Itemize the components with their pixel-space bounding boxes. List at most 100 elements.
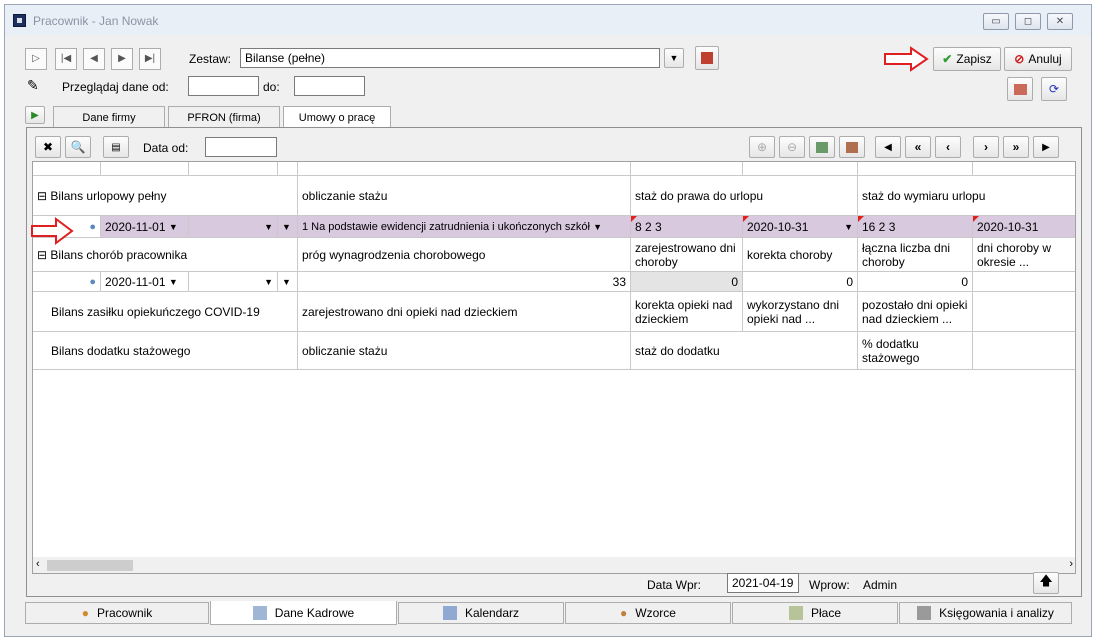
window-title: Pracownik - Jan Nowak xyxy=(33,14,159,28)
row-label: Bilans zasiłku opiekuńczego COVID-19 xyxy=(33,292,298,331)
do-label: do: xyxy=(263,80,280,94)
data-od-label: Data od: xyxy=(143,141,189,155)
arrow-pointer-icon xyxy=(31,217,74,245)
cell[interactable]: 0 xyxy=(743,272,858,291)
scroll-thumb[interactable] xyxy=(47,560,133,571)
zestaw-dropdown-icon[interactable]: ▼ xyxy=(664,48,684,68)
nav-next-button[interactable]: ▶ xyxy=(111,48,133,70)
cell: 2020-10-31 xyxy=(977,219,1039,234)
remove-icon[interactable]: ⊖ xyxy=(779,136,805,158)
calculator-icon xyxy=(788,606,803,620)
date-to-input[interactable] xyxy=(294,76,365,96)
data-od-input[interactable] xyxy=(205,137,277,157)
cell: staż do wymiaru urlopu xyxy=(858,176,1075,215)
chevron-down-icon[interactable]: ▼ xyxy=(282,222,291,232)
grid-header-row xyxy=(33,162,1075,176)
row-label: Bilans dodatku stażowego xyxy=(33,332,298,369)
cell: wykorzystano dni opieki nad ... xyxy=(743,292,858,331)
maximize-button[interactable]: ◻ xyxy=(1015,13,1041,30)
chevron-down-icon[interactable]: ▼ xyxy=(844,222,853,232)
zestaw-select[interactable]: Bilanse (pełne) xyxy=(240,48,660,68)
data-grid: ⊟ Bilans urlopowy pełny obliczanie stażu… xyxy=(32,161,1076,574)
tab-pfron[interactable]: PFRON (firma) xyxy=(168,106,280,128)
tools-icon[interactable]: ✖ xyxy=(35,136,61,158)
cell[interactable]: 33 xyxy=(298,272,631,291)
sync-icon[interactable]: ⟳ xyxy=(1041,77,1067,101)
tab-kalendarz[interactable]: Kalendarz xyxy=(398,602,564,624)
collapse-icon[interactable]: ⊟ xyxy=(37,189,47,203)
table-row[interactable]: Bilans dodatku stażowego obliczanie staż… xyxy=(33,332,1075,370)
prev-page-fast-icon[interactable]: « xyxy=(905,136,931,158)
calendar-icon xyxy=(442,606,457,620)
cell: 1 Na podstawie ewidencji zatrudnienia i … xyxy=(302,220,590,233)
close-button[interactable]: ✕ xyxy=(1047,13,1073,30)
chevron-down-icon[interactable]: ▼ xyxy=(264,222,273,232)
chevron-down-icon[interactable]: ▼ xyxy=(593,222,602,232)
cell: 2020-10-31 xyxy=(747,219,809,234)
import-icon[interactable] xyxy=(839,136,865,158)
grid-panel: ✖ 🔍 ▤ Data od: ⊕ ⊖ ◀ « ‹ › » ▶ ⊟ Bilans … xyxy=(26,127,1082,597)
zestaw-config-icon[interactable] xyxy=(695,46,719,70)
data-wpr-label: Data Wpr: xyxy=(647,578,702,592)
tab-wzorce[interactable]: ● Wzorce xyxy=(565,602,731,624)
cell: korekta opieki nad dzieckiem xyxy=(631,292,743,331)
minimize-button[interactable]: ▭ xyxy=(983,13,1009,30)
cell[interactable] xyxy=(973,272,1075,291)
arrow-pointer-icon xyxy=(884,46,929,72)
next-page-icon[interactable]: › xyxy=(973,136,999,158)
chevron-down-icon[interactable]: ▼ xyxy=(264,277,273,287)
tab-ksiegowania[interactable]: Księgowania i analizy xyxy=(899,602,1072,624)
tab-place[interactable]: Płace xyxy=(732,602,898,624)
chevron-down-icon[interactable]: ▼ xyxy=(169,222,178,232)
marker-icon xyxy=(973,216,979,222)
refresh-icon[interactable] xyxy=(1007,77,1033,101)
cancel-button[interactable]: ⊘ Anuluj xyxy=(1004,47,1072,71)
chevron-down-icon[interactable]: ▼ xyxy=(282,277,291,287)
data-wpr-value: 2021-04-19 xyxy=(727,573,799,593)
cell: obliczanie stażu xyxy=(298,176,631,215)
nav-last-button[interactable]: ▶| xyxy=(139,48,161,70)
collapse-icon[interactable]: ⊟ xyxy=(37,248,47,262)
wprow-value: Admin xyxy=(863,578,898,592)
scroll-top-icon[interactable]: 🡅 xyxy=(1033,572,1059,594)
table-row-selected[interactable]: ● 2020-11-01 ▼ ▼ ▼ 1 Na podstawie ewiden… xyxy=(33,216,1075,238)
cancel-icon: ⊘ xyxy=(1014,52,1025,66)
tab-dane-kadrowe[interactable]: Dane Kadrowe xyxy=(210,601,397,625)
search-icon[interactable]: 🔍 xyxy=(65,136,91,158)
horizontal-scrollbar[interactable]: ‹ › xyxy=(33,557,1075,573)
tab-pracownik[interactable]: ● Pracownik xyxy=(25,602,209,624)
prev-page-icon[interactable]: ‹ xyxy=(935,136,961,158)
scroll-right-icon[interactable]: › xyxy=(1069,558,1073,570)
cell[interactable]: 0 xyxy=(858,272,973,291)
calculator-icon[interactable]: ▤ xyxy=(103,136,129,158)
cell[interactable]: 0 xyxy=(631,272,743,291)
add-icon[interactable]: ⊕ xyxy=(749,136,775,158)
personnel-icon xyxy=(252,605,267,620)
date-cell: 2020-11-01 xyxy=(105,274,166,289)
last-page-icon[interactable]: ▶ xyxy=(1033,136,1059,158)
edit-pencil-icon[interactable]: ✎ xyxy=(27,77,39,94)
next-page-fast-icon[interactable]: » xyxy=(1003,136,1029,158)
row-label: Bilans chorób pracownika xyxy=(50,247,188,262)
table-row[interactable]: ● 2020-11-01 ▼ ▼ ▼ 33 0 0 0 xyxy=(33,272,1075,292)
save-button[interactable]: ✔ Zapisz xyxy=(933,47,1001,71)
table-row[interactable]: ⊟ Bilans urlopowy pełny obliczanie stażu… xyxy=(33,176,1075,216)
export-icon[interactable] xyxy=(809,136,835,158)
nav-first-icon[interactable]: ▷ xyxy=(25,48,47,70)
first-page-icon[interactable]: ◀ xyxy=(875,136,901,158)
chevron-down-icon[interactable]: ▼ xyxy=(169,277,178,287)
date-from-input[interactable] xyxy=(188,76,259,96)
expand-tabs-icon[interactable]: ▶ xyxy=(25,106,45,124)
table-row[interactable]: Bilans zasiłku opiekuńczego COVID-19 zar… xyxy=(33,292,1075,332)
user-icon: ● xyxy=(89,275,96,288)
save-label: Zapisz xyxy=(956,52,992,66)
table-row[interactable]: ⊟ Bilans chorób pracownika próg wynagrod… xyxy=(33,238,1075,272)
scroll-left-icon[interactable]: ‹ xyxy=(36,558,40,570)
title-bar: Pracownik - Jan Nowak ▭ ◻ ✕ xyxy=(5,5,1091,35)
nav-prev-button[interactable]: ◀ xyxy=(83,48,105,70)
cell: zarejestrowano dni opieki nad dzieckiem xyxy=(298,292,631,331)
tab-dane-firmy[interactable]: Dane firmy xyxy=(53,106,165,128)
nav-prev-first-button[interactable]: |◀ xyxy=(55,48,77,70)
cell: staż do prawa do urlopu xyxy=(631,176,858,215)
cell: łączna liczba dni choroby xyxy=(858,238,973,271)
